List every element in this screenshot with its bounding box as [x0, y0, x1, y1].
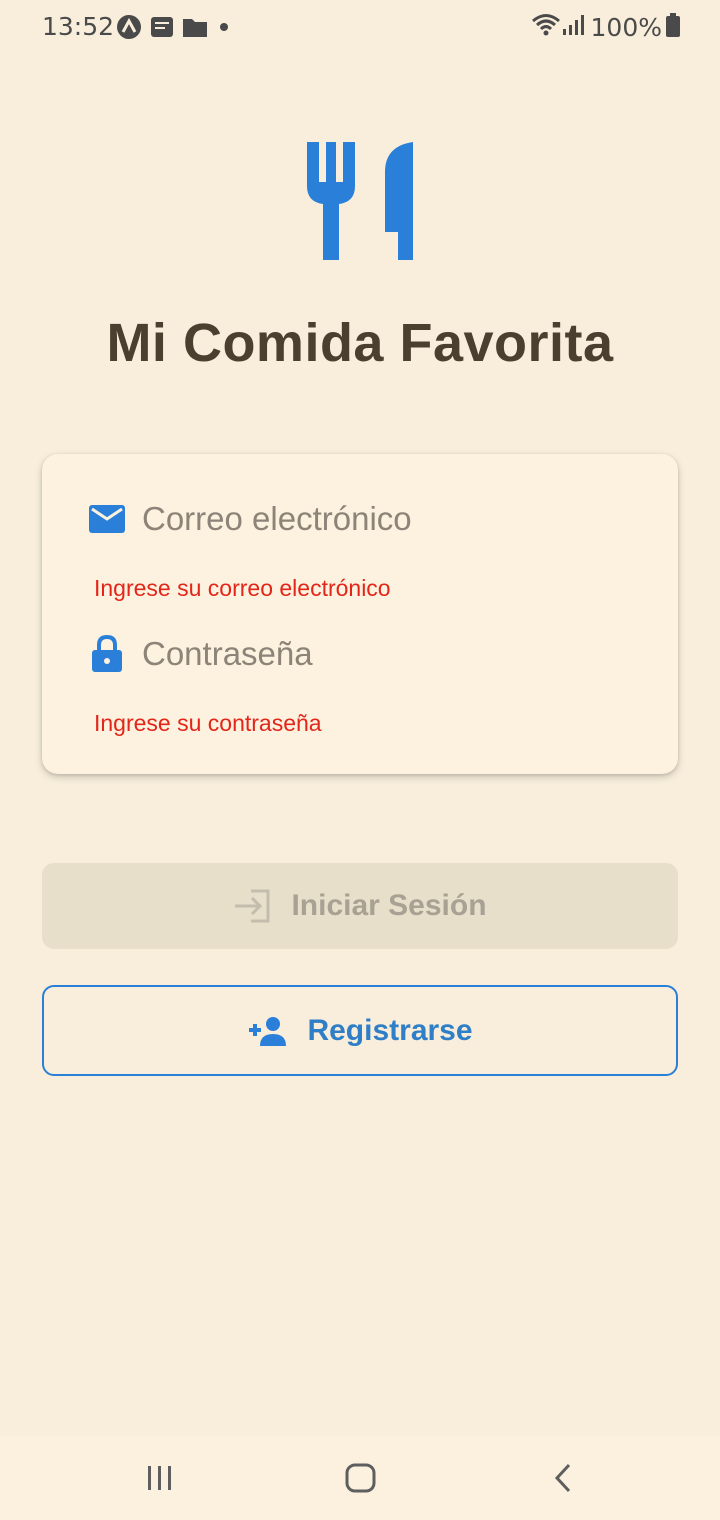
login-button[interactable]: Iniciar Sesión [42, 863, 678, 949]
app-a-icon [116, 14, 142, 45]
fork-knife-icon [305, 142, 415, 262]
wifi-icon [531, 12, 561, 43]
register-button-label: Registrarse [307, 1013, 473, 1047]
mail-icon [88, 500, 126, 538]
status-notification-icons [116, 14, 240, 45]
email-field[interactable] [142, 500, 622, 538]
folder-icon [182, 16, 208, 43]
home-icon[interactable] [341, 1458, 381, 1498]
system-nav-bar [0, 1436, 720, 1520]
register-button[interactable]: Registrarse [42, 985, 678, 1076]
dot-icon [216, 19, 232, 40]
signal-icon [561, 13, 585, 42]
status-system-icons: 100% [531, 12, 680, 43]
login-icon [233, 889, 271, 923]
battery-percent: 100% [590, 13, 662, 42]
password-error: Ingrese su contraseña [94, 710, 322, 736]
password-field[interactable] [142, 635, 622, 673]
email-field-row [88, 500, 622, 538]
notification-app-icon [150, 15, 174, 44]
password-field-row [88, 635, 622, 673]
email-error: Ingrese su correo electrónico [94, 575, 391, 601]
status-time: 13:52 [42, 12, 115, 41]
login-form-card: Ingrese su correo electrónico Ingrese su… [42, 454, 678, 774]
person-add-icon [247, 1016, 287, 1046]
status-bar: 13:52 100% [0, 0, 720, 56]
back-icon[interactable] [544, 1458, 584, 1498]
lock-icon [88, 635, 126, 673]
app-title: Mi Comida Favorita [106, 313, 614, 373]
login-screen: 13:52 100% Mi Comida Favorita Correo ele… [0, 0, 720, 1520]
recent-apps-icon[interactable] [140, 1458, 180, 1498]
login-button-label: Iniciar Sesión [291, 889, 487, 922]
battery-icon [666, 13, 680, 42]
